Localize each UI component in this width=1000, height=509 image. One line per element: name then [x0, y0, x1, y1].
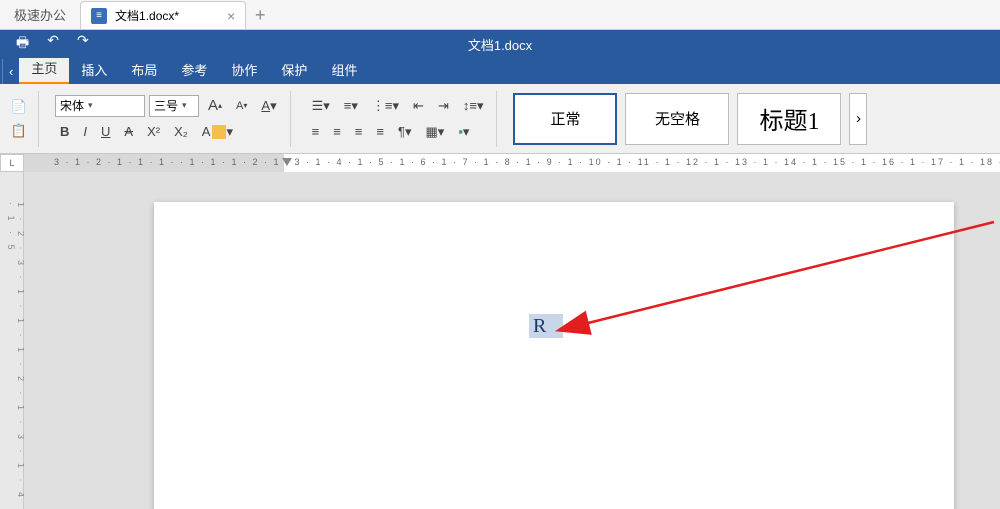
print-icon[interactable]: 🖶: [16, 32, 29, 56]
ruler-corner[interactable]: L: [0, 154, 24, 172]
tab-components[interactable]: 组件: [319, 55, 369, 84]
ruler-ticks: 3 · 1 · 2 · 1 · 1 · 1 · · 1 · 1 · 1 · 2 …: [54, 157, 1000, 167]
undo-icon[interactable]: ↶: [47, 32, 59, 56]
vruler-ticks: 1 · 2 · 3 · 1 · 1 · 1 · 2 · 1 · 3 · 1 · …: [6, 202, 26, 509]
style-no-spacing[interactable]: 无空格: [625, 93, 729, 145]
chevron-down-icon: ▾: [88, 100, 93, 111]
title-bar: 🖶 ↶ ↷ 文档1.docx: [0, 30, 1000, 58]
style-normal[interactable]: 正常: [513, 93, 617, 145]
subscript-button[interactable]: X₂: [169, 121, 193, 143]
font-group: 宋体 ▾ 三号 ▾ A▴ A▾ A▾ B I U A X² X₂ A▾: [47, 91, 291, 147]
paragraph-group: ☰▾ ≡▾ ⋮≡▾ ⇤ ⇥ ↕≡▾ ≡ ≡ ≡ ≡ ¶▾ ▦▾ ▪▾: [299, 91, 498, 147]
font-size-combo[interactable]: 三号 ▾: [149, 95, 199, 117]
justify-button[interactable]: ≡: [371, 121, 389, 143]
horizontal-ruler-bar: L 3 · 1 · 2 · 1 · 1 · 1 · · 1 · 1 · 1 · …: [0, 154, 1000, 172]
window-tabbar: 极速办公 ≡ 文档1.docx* × +: [0, 0, 1000, 30]
file-menu-button[interactable]: ‹: [2, 59, 19, 84]
paragraph-marks-button[interactable]: ¶▾: [393, 121, 417, 143]
annotation-arrow-icon: [534, 212, 1000, 372]
copy-button[interactable]: 📄: [8, 96, 30, 118]
align-left-button[interactable]: ≡: [307, 121, 325, 143]
document-canvas[interactable]: R: [24, 172, 1000, 509]
multilevel-button[interactable]: ⋮≡▾: [367, 95, 404, 117]
superscript-button[interactable]: X²: [142, 121, 165, 143]
borders-button[interactable]: ▪▾: [453, 121, 474, 143]
grow-font-button[interactable]: A▴: [203, 95, 227, 117]
align-center-button[interactable]: ≡: [328, 121, 346, 143]
bullets-button[interactable]: ☰▾: [307, 95, 335, 117]
tab-protect[interactable]: 保护: [269, 55, 319, 84]
line-spacing-button[interactable]: ↕≡▾: [458, 95, 489, 117]
italic-button[interactable]: I: [78, 121, 92, 143]
horizontal-ruler[interactable]: 3 · 1 · 2 · 1 · 1 · 1 · · 1 · 1 · 1 · 2 …: [24, 154, 1000, 172]
ribbon-toolbar: 📄 📋 宋体 ▾ 三号 ▾ A▴ A▾ A▾ B I U A X² X₂ A▾: [0, 84, 1000, 154]
font-name-combo[interactable]: 宋体 ▾: [55, 95, 145, 117]
shading-button[interactable]: ▦▾: [420, 121, 449, 143]
numbering-button[interactable]: ≡▾: [339, 95, 363, 117]
selected-text[interactable]: R: [529, 314, 563, 338]
style-heading1[interactable]: 标题1: [737, 93, 841, 145]
strikethrough-button[interactable]: A: [119, 121, 138, 143]
vertical-ruler[interactable]: 1 · 2 · 3 · 1 · 1 · 1 · 2 · 1 · 3 · 1 · …: [0, 172, 24, 509]
highlight-button[interactable]: A▾: [197, 121, 238, 143]
workspace: 1 · 2 · 3 · 1 · 1 · 1 · 2 · 1 · 3 · 1 · …: [0, 172, 1000, 509]
document-tab-label: 文档1.docx*: [115, 7, 179, 24]
align-right-button[interactable]: ≡: [350, 121, 368, 143]
style-more[interactable]: ›: [849, 93, 867, 145]
window-title: 文档1.docx: [468, 35, 532, 54]
tab-close-button[interactable]: ×: [227, 8, 235, 24]
clipboard-group: 📄 📋: [8, 91, 39, 147]
bold-button[interactable]: B: [55, 121, 74, 143]
shrink-font-button[interactable]: A▾: [231, 95, 252, 117]
underline-button[interactable]: U: [96, 121, 115, 143]
document-page[interactable]: R: [154, 202, 954, 509]
font-size-value: 三号: [154, 97, 178, 114]
tab-references[interactable]: 参考: [169, 55, 219, 84]
chevron-down-icon: ▾: [182, 100, 187, 111]
app-name-label: 极速办公: [0, 0, 80, 29]
new-tab-button[interactable]: +: [246, 1, 274, 29]
increase-indent-button[interactable]: ⇥: [433, 95, 454, 117]
styles-group: 正常 无空格 标题1 ›: [505, 91, 875, 147]
redo-icon[interactable]: ↷: [77, 32, 89, 56]
paste-button[interactable]: 📋: [8, 120, 30, 142]
ribbon-tabs: ‹ 主页 插入 布局 参考 协作 保护 组件: [0, 58, 1000, 84]
tab-collaborate[interactable]: 协作: [219, 55, 269, 84]
font-name-value: 宋体: [60, 97, 84, 114]
document-icon: ≡: [91, 8, 107, 24]
decrease-indent-button[interactable]: ⇤: [408, 95, 429, 117]
tab-insert[interactable]: 插入: [69, 55, 119, 84]
tab-layout[interactable]: 布局: [119, 55, 169, 84]
document-tab[interactable]: ≡ 文档1.docx* ×: [80, 1, 246, 29]
font-color-button[interactable]: A▾: [256, 95, 281, 117]
